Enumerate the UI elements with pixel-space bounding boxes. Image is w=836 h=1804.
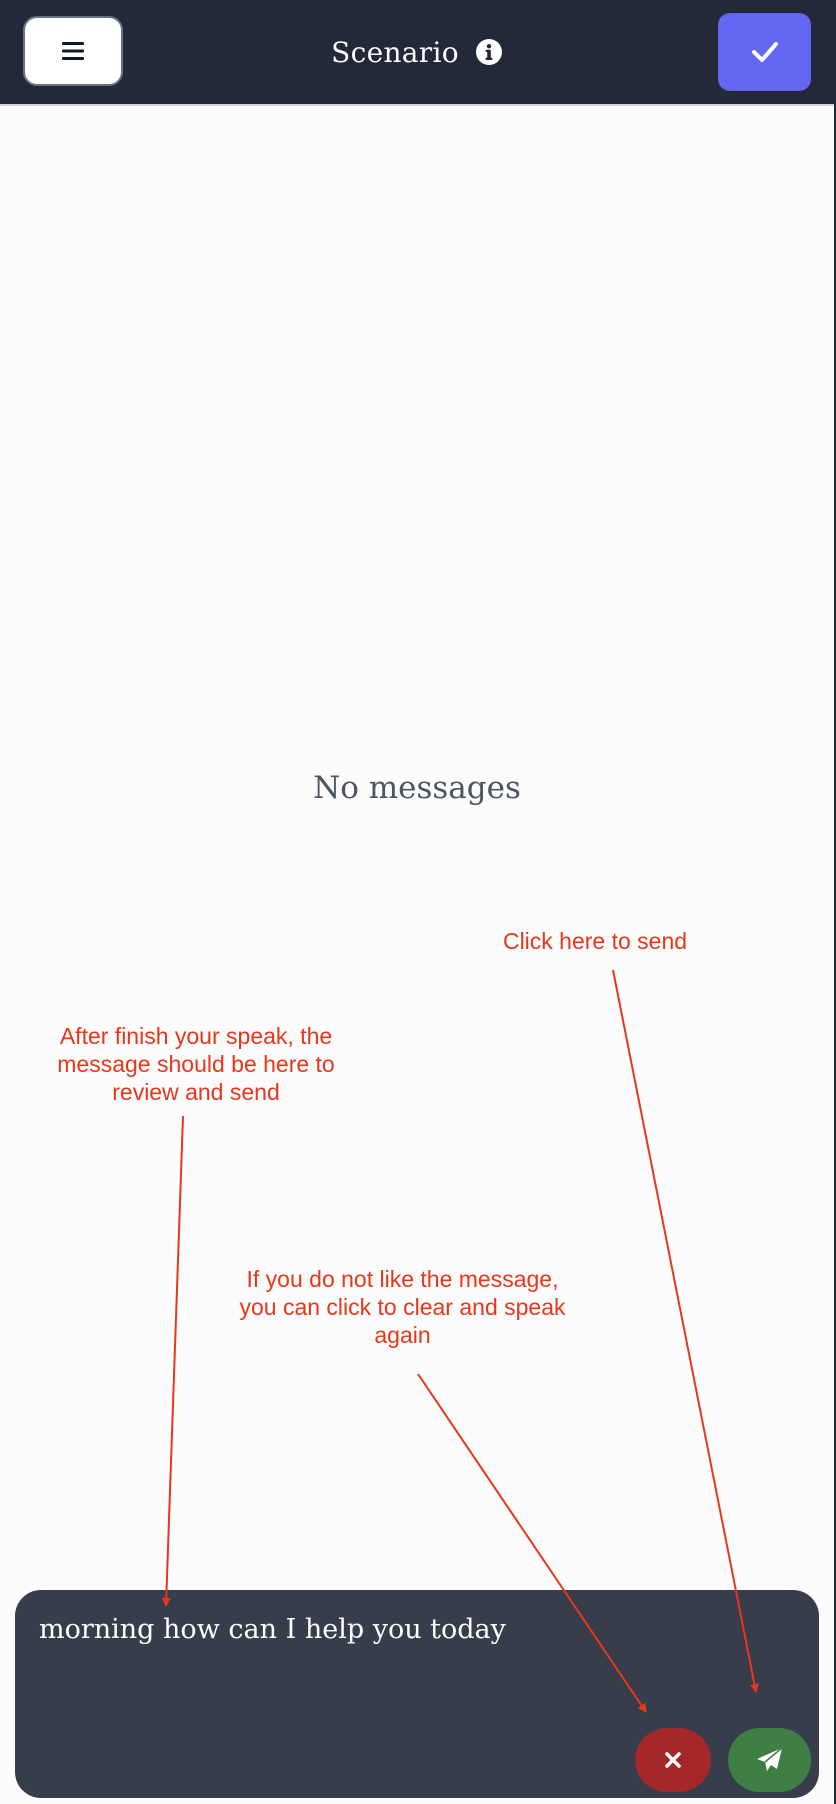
close-icon [665,1752,681,1768]
annotation-arrows [161,969,759,1713]
empty-state-text: No messages [313,770,521,806]
page-title: Scenario [331,35,459,69]
title-group: Scenario [0,0,834,104]
info-circle-icon[interactable] [475,38,503,66]
clear-hint-annotation: If you do not like the message, you can … [239,1266,566,1348]
confirm-button[interactable] [718,13,811,91]
message-hint-annotation: After finish your speak, the message sho… [57,1023,335,1105]
message-input[interactable]: morning how can I help you today [39,1612,779,1712]
message-hint-arrow [161,1115,184,1607]
send-button[interactable] [728,1728,811,1792]
send-hint-annotation: Click here to send [502,928,688,954]
paper-plane-icon [756,1747,783,1771]
top-bar: Scenario [0,0,834,106]
check-icon [751,42,778,62]
message-composer: morning how can I help you today [15,1590,819,1798]
send-hint-arrow [612,969,759,1693]
clear-button[interactable] [635,1728,711,1792]
